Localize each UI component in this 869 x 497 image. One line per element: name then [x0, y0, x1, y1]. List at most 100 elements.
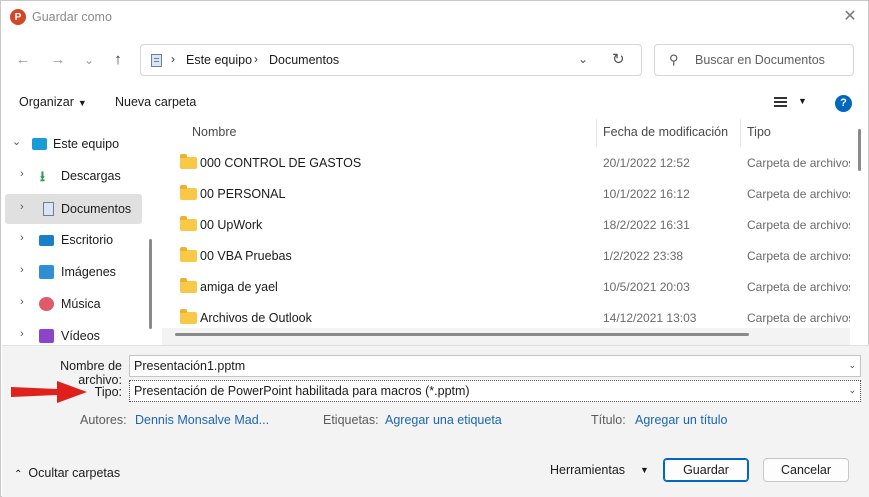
- close-icon[interactable]: ✕: [840, 7, 860, 27]
- sidebar-item-label: Este equipo: [53, 137, 120, 151]
- authors-field[interactable]: Dennis Monsalve Mad...: [135, 413, 269, 427]
- save-button[interactable]: Guardar: [663, 458, 749, 482]
- folder-icon: [180, 278, 197, 293]
- sidebar-item-label: Vídeos: [61, 329, 100, 343]
- documents-icon: [43, 202, 54, 216]
- address-dropdown-icon[interactable]: ⌄: [578, 52, 588, 66]
- chevron-right-icon[interactable]: ›: [20, 296, 24, 308]
- folder-icon: [180, 216, 197, 231]
- window-title: Guardar como: [32, 10, 112, 24]
- file-date: 14/12/2021 13:03: [603, 311, 697, 325]
- view-options-icon[interactable]: [774, 97, 787, 107]
- title-label: Título:: [591, 413, 626, 427]
- command-toolbar: Organizar ▼ Nueva carpeta ▼ ?: [1, 89, 868, 117]
- title-field[interactable]: Agregar un título: [635, 413, 727, 427]
- file-name: 00 VBA Pruebas: [200, 249, 292, 263]
- file-type: Carpeta de archivos: [747, 249, 850, 263]
- sidebar-item-descargas[interactable]: › ⭳ Descargas: [2, 161, 147, 191]
- chevron-right-icon[interactable]: ›: [20, 201, 24, 213]
- search-input[interactable]: ⚲ Buscar en Documentos: [654, 44, 854, 76]
- breadcrumb-este-equipo[interactable]: Este equipo: [186, 53, 252, 67]
- file-type-select[interactable]: Presentación de PowerPoint habilitada pa…: [129, 380, 861, 402]
- sort-ascending-icon: ⌃: [386, 119, 394, 124]
- up-arrow-icon[interactable]: ↑: [107, 49, 129, 71]
- videos-icon: [39, 329, 54, 343]
- breadcrumb-documentos[interactable]: Documentos: [269, 53, 339, 67]
- file-name: amiga de yael: [200, 280, 278, 294]
- column-divider[interactable]: [596, 119, 597, 147]
- download-icon: ⭳: [40, 168, 45, 184]
- chevron-right-icon[interactable]: ›: [20, 328, 24, 340]
- sidebar-item-imagenes[interactable]: › Imágenes: [2, 257, 147, 287]
- file-date: 10/1/2022 16:12: [603, 187, 690, 201]
- folder-icon: [180, 185, 197, 200]
- address-bar[interactable]: › Este equipo › Documentos ⌄ ↻: [140, 44, 642, 76]
- refresh-icon[interactable]: ↻: [612, 50, 625, 68]
- navigation-pane: ⌄ Este equipo › ⭳ Descargas › Documentos…: [2, 119, 159, 345]
- sidebar-item-musica[interactable]: › Música: [2, 289, 147, 319]
- sidebar-item-escritorio[interactable]: › Escritorio: [2, 225, 147, 255]
- file-row[interactable]: 00 VBA Pruebas 1/2/2022 23:38 Carpeta de…: [162, 241, 850, 272]
- desktop-icon: [39, 235, 54, 246]
- file-list-horizontal-scrollbar[interactable]: [175, 333, 749, 336]
- annotation-arrow-icon: [11, 381, 87, 403]
- search-icon: ⚲: [669, 52, 679, 67]
- hide-folders-button[interactable]: ⌃ Ocultar carpetas: [14, 466, 120, 480]
- filename-field[interactable]: Presentación1.pptm ⌄: [129, 355, 861, 377]
- chevron-right-icon[interactable]: ›: [20, 264, 24, 276]
- file-list: ⌃ Nombre Fecha de modificación Tipo 000 …: [162, 119, 850, 345]
- documents-location-icon: [151, 54, 162, 67]
- file-row[interactable]: 000 CONTROL DE GASTOS 20/1/2022 12:52 Ca…: [162, 148, 850, 179]
- chevron-right-icon[interactable]: ›: [20, 232, 24, 244]
- caret-down-icon[interactable]: ▼: [798, 96, 807, 106]
- new-folder-button[interactable]: Nueva carpeta: [115, 95, 196, 109]
- tools-button[interactable]: Herramientas: [550, 463, 625, 477]
- chevron-up-icon: ⌃: [14, 469, 23, 480]
- hide-folders-label: Ocultar carpetas: [28, 466, 121, 480]
- folder-icon: [180, 309, 197, 324]
- recent-locations-chevron-icon[interactable]: ⌄: [78, 49, 100, 71]
- organize-button[interactable]: Organizar ▼: [19, 95, 87, 109]
- file-date: 10/5/2021 20:03: [603, 280, 690, 294]
- navigation-pane-scrollbar[interactable]: [149, 239, 152, 329]
- breadcrumb-separator-icon: ›: [254, 52, 258, 66]
- sidebar-item-label: Escritorio: [61, 233, 114, 247]
- sidebar-item-videos[interactable]: › Vídeos: [2, 321, 147, 345]
- navigation-bar: ← → ⌄ ↑ › Este equipo › Documentos ⌄ ↻ ⚲…: [1, 41, 868, 79]
- column-divider[interactable]: [740, 119, 741, 147]
- pc-icon: [32, 138, 47, 150]
- save-form: Nombre de archivo: Presentación1.pptm ⌄ …: [2, 345, 869, 497]
- file-list-vertical-scrollbar[interactable]: [858, 129, 861, 171]
- back-arrow-icon[interactable]: ←: [12, 49, 34, 71]
- chevron-right-icon[interactable]: ›: [20, 168, 24, 180]
- file-type: Carpeta de archivos: [747, 187, 850, 201]
- caret-down-icon: ▼: [77, 98, 87, 108]
- file-type-value: Presentación de PowerPoint habilitada pa…: [134, 384, 470, 398]
- sidebar-item-este-equipo[interactable]: ⌄ Este equipo: [2, 129, 147, 159]
- save-as-dialog: P Guardar como ✕ ← → ⌄ ↑ › Este equipo ›…: [0, 0, 869, 497]
- chevron-down-icon[interactable]: ⌄: [848, 360, 856, 371]
- forward-arrow-icon[interactable]: →: [47, 49, 69, 71]
- help-icon[interactable]: ?: [835, 95, 852, 112]
- tags-field[interactable]: Agregar una etiqueta: [385, 413, 502, 427]
- caret-down-icon[interactable]: ▼: [640, 465, 649, 475]
- sidebar-item-label: Documentos: [61, 202, 132, 216]
- cancel-button[interactable]: Cancelar: [763, 458, 849, 482]
- chevron-down-icon[interactable]: ⌄: [848, 385, 856, 396]
- file-name: Archivos de Outlook: [200, 311, 312, 325]
- breadcrumb-separator-icon: ›: [171, 52, 175, 66]
- search-placeholder: Buscar en Documentos: [695, 53, 825, 67]
- file-row[interactable]: amiga de yael 10/5/2021 20:03 Carpeta de…: [162, 272, 850, 303]
- powerpoint-icon: P: [10, 9, 26, 25]
- file-list-horizontal-scroll-track[interactable]: [162, 328, 850, 345]
- folder-icon: [180, 247, 197, 262]
- sidebar-item-documentos[interactable]: › Documentos: [5, 194, 142, 224]
- music-icon: [39, 297, 54, 311]
- file-type: Carpeta de archivos: [747, 156, 850, 170]
- organize-label: Organizar: [19, 95, 74, 109]
- file-name: 000 CONTROL DE GASTOS: [200, 156, 362, 170]
- chevron-down-icon[interactable]: ⌄: [12, 135, 21, 148]
- file-row[interactable]: 00 UpWork 18/2/2022 16:31 Carpeta de arc…: [162, 210, 850, 241]
- file-row[interactable]: 00 PERSONAL 10/1/2022 16:12 Carpeta de a…: [162, 179, 850, 210]
- title-bar: P Guardar como ✕: [1, 1, 868, 33]
